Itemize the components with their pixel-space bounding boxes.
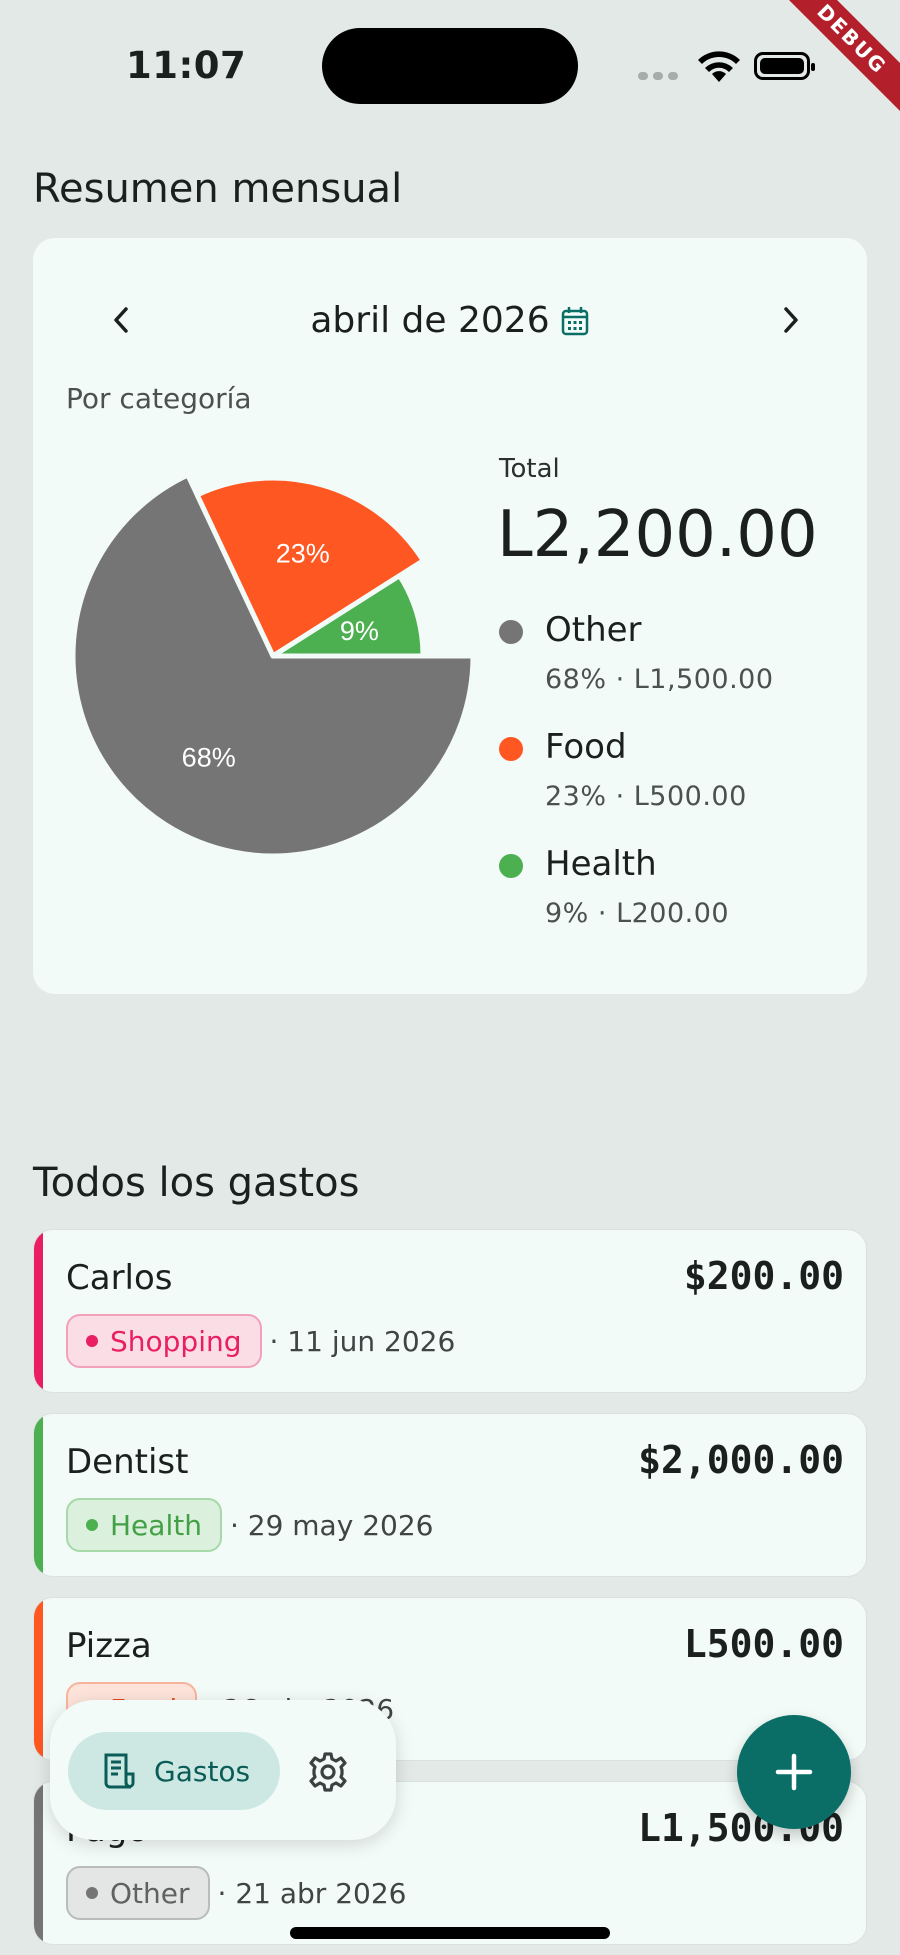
- chip-dot: [86, 1887, 98, 1899]
- battery-icon: [754, 52, 815, 80]
- category-accent-bar: [34, 1230, 43, 1392]
- home-indicator: [290, 1927, 610, 1939]
- expense-item[interactable]: Dentist $2,000.00 Health · 29 may 2026: [33, 1413, 867, 1577]
- expense-date: · 11 jun 2026: [269, 1324, 456, 1358]
- chip-dot: [86, 1519, 98, 1531]
- legend-detail: 23% · L500.00: [545, 781, 747, 812]
- legend-name: Health: [545, 844, 657, 884]
- legend-dot: [499, 620, 523, 644]
- category-accent-bar: [34, 1782, 43, 1944]
- expense-amount: $200.00: [683, 1254, 844, 1298]
- dynamic-island: [322, 28, 578, 104]
- category-chip: Health: [66, 1498, 222, 1552]
- expense-meta: Other · 21 abr 2026: [66, 1866, 406, 1920]
- expense-meta: Shopping · 11 jun 2026: [66, 1314, 455, 1368]
- legend-item-food: Food 23% · L500.00: [499, 727, 849, 844]
- legend-item-other: Other 68% · L1,500.00: [499, 610, 849, 727]
- legend-item-health: Health 9% · L200.00: [499, 844, 849, 961]
- expense-date: · 21 abr 2026: [217, 1876, 407, 1910]
- category-accent-bar: [34, 1414, 43, 1576]
- status-time: 11:07: [126, 44, 247, 87]
- legend-dot: [499, 854, 523, 878]
- summary-card: abril de 2026 Por categoría 68% 23% 9% Tot…: [33, 238, 867, 994]
- expense-name: Carlos: [66, 1258, 173, 1298]
- legend-name: Other: [545, 610, 642, 650]
- category-pie-chart: 68% 23% 9%: [70, 472, 476, 859]
- settings-gear-icon[interactable]: [306, 1750, 350, 1794]
- chevron-right-icon: [784, 307, 798, 333]
- pie-label-other: 68%: [182, 742, 236, 772]
- expense-amount: $2,000.00: [638, 1438, 844, 1482]
- wifi-icon: [698, 51, 740, 82]
- legend-detail: 9% · L200.00: [545, 898, 730, 929]
- nav-gastos-label: Gastos: [154, 1754, 251, 1788]
- month-selector[interactable]: abril de 2026: [33, 300, 867, 341]
- legend-name: Food: [545, 727, 627, 767]
- expense-item[interactable]: Carlos $200.00 Shopping · 11 jun 2026: [33, 1229, 867, 1393]
- bottom-navigation: Gastos: [50, 1700, 396, 1840]
- chip-label: Health: [110, 1508, 202, 1542]
- chip-label: Other: [110, 1876, 190, 1910]
- status-bar: 11:07: [0, 0, 900, 120]
- pie-label-food: 23%: [276, 538, 330, 568]
- chip-label: Shopping: [110, 1324, 242, 1358]
- calendar-icon: [561, 306, 588, 335]
- expense-name: Dentist: [66, 1442, 189, 1482]
- total-value: L2,200.00: [497, 498, 818, 572]
- nav-item-gastos[interactable]: Gastos: [68, 1732, 280, 1810]
- month-label: abril de 2026: [310, 300, 550, 341]
- month-navigator: abril de 2026: [33, 290, 867, 350]
- add-expense-button[interactable]: [737, 1715, 851, 1829]
- expense-date: · 29 may 2026: [229, 1508, 434, 1542]
- expense-amount: L500.00: [683, 1622, 844, 1666]
- summary-title: Resumen mensual: [33, 166, 403, 212]
- expense-name: Pizza: [66, 1626, 152, 1666]
- receipt-icon: [104, 1753, 135, 1789]
- cellular-signal-icon: [638, 72, 678, 80]
- pie-legend: Other 68% · L1,500.00 Food 23% · L500.00…: [499, 610, 849, 961]
- pie-label-health: 9%: [340, 616, 379, 646]
- category-accent-bar: [34, 1598, 43, 1760]
- category-chip: Other: [66, 1866, 210, 1920]
- expense-meta: Health · 29 may 2026: [66, 1498, 433, 1552]
- expenses-title: Todos los gastos: [33, 1160, 360, 1206]
- category-chip: Shopping: [66, 1314, 262, 1368]
- chip-dot: [86, 1335, 98, 1347]
- plus-icon: [775, 1753, 813, 1791]
- next-month-button[interactable]: [765, 294, 817, 346]
- legend-detail: 68% · L1,500.00: [545, 664, 774, 695]
- total-label: Total: [499, 454, 560, 484]
- legend-dot: [499, 737, 523, 761]
- by-category-label: Por categoría: [66, 382, 252, 415]
